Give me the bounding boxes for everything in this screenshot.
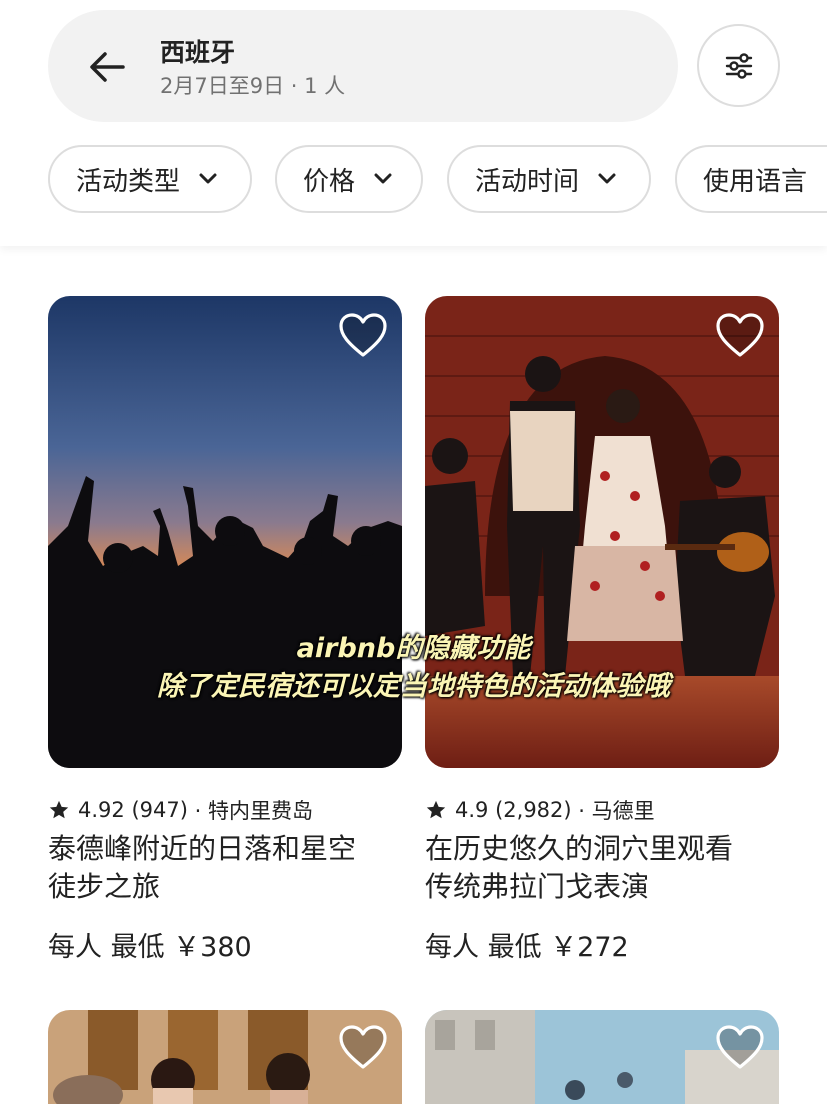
back-button[interactable] [84,44,130,90]
rating-row: 4.92 (947) · 特内里费岛 [48,795,313,825]
caption-line-2: 除了定民宿还可以定当地特色的活动体验哦 [157,671,670,702]
review-count: (2,982) [495,798,572,822]
chip-label: 活动时间 [475,166,580,197]
location: · 马德里 [578,799,655,823]
video-caption-overlay: airbnb的隐藏功能 除了定民宿还可以定当地特色的活动体验哦 [0,630,827,706]
title-line: 徒步之旅 [48,870,161,903]
heart-outline-icon[interactable] [338,1025,388,1071]
star-filled-icon [425,799,447,821]
heart-outline-icon[interactable] [338,313,388,359]
experience-title[interactable]: 泰德峰附近的日落和星空 徒步之旅 [48,830,408,906]
chip-price[interactable]: 价格 [275,145,423,213]
chip-label: 活动类型 [76,166,181,197]
rating-value: 4.9 [455,798,489,822]
chip-label: 价格 [303,166,356,197]
chip-label: 使用语言 [703,166,808,197]
location: · 特内里费岛 [194,799,313,823]
chip-activity-type[interactable]: 活动类型 [48,145,252,213]
search-location-title[interactable]: 西班牙 [160,33,235,69]
arrow-left-icon [90,52,125,82]
heart-outline-icon[interactable] [715,313,765,359]
heart-outline-icon[interactable] [715,1025,765,1071]
chevron-down-icon [198,172,218,186]
title-line: 在历史悠久的洞穴里观看 [425,832,734,865]
price: 每人 最低 ￥380 [48,932,252,963]
filters-button[interactable] [697,24,780,107]
review-count: (947) [131,798,188,822]
title-line: 传统弗拉门戈表演 [425,870,650,903]
experience-title[interactable]: 在历史悠久的洞穴里观看 传统弗拉门戈表演 [425,830,785,906]
sliders-icon [725,52,752,79]
search-bar[interactable] [48,10,678,122]
search-header: 西班牙 2月7日至9日 · 1 人 活动类型 价格 活动时间 使用语言 [0,0,827,246]
search-dates-guests[interactable]: 2月7日至9日 · 1 人 [160,70,345,100]
price: 每人 最低 ￥272 [425,932,629,963]
chevron-down-icon [373,172,393,186]
rating-row: 4.9 (2,982) · 马德里 [425,795,655,825]
star-filled-icon [48,799,70,821]
chevron-down-icon [597,172,617,186]
rating-value: 4.92 [78,798,125,822]
title-line: 泰德峰附近的日落和星空 [48,832,357,865]
filter-chip-row: 活动类型 价格 活动时间 使用语言 [0,145,827,215]
caption-line-1: airbnb的隐藏功能 [296,633,531,664]
chip-activity-time[interactable]: 活动时间 [447,145,651,213]
chip-language[interactable]: 使用语言 [675,145,827,213]
